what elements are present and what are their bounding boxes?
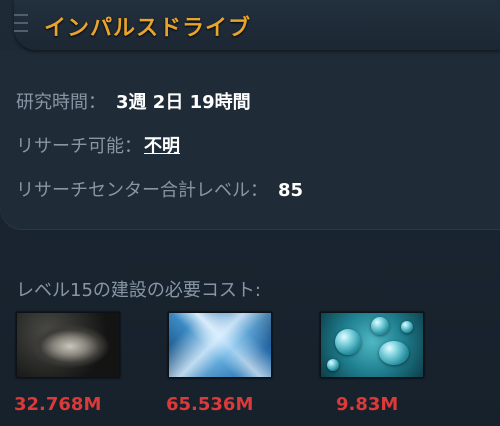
crystal-icon bbox=[168, 312, 272, 378]
researchable-label: リサーチ可能： bbox=[16, 136, 142, 157]
metal-cost-value: 32.768M bbox=[14, 394, 102, 415]
crystal-cost-value: 65.536M bbox=[166, 394, 254, 415]
title-ornament-icon bbox=[14, 8, 34, 42]
deuterium-icon bbox=[320, 312, 424, 378]
title-bar: インパルスドライブ bbox=[14, 0, 500, 50]
page-title: インパルスドライブ bbox=[44, 16, 252, 41]
researchable-row: リサーチ可能： 不明 bbox=[16, 132, 180, 158]
researchable-value-link[interactable]: 不明 bbox=[144, 136, 180, 157]
technology-detail-panel: インパルスドライブ 研究時間： 3週 2日 19時間 リサーチ可能： 不明 リサーチ… bbox=[0, 0, 500, 426]
research-center-row: リサーチセンター合計レベル： 85 bbox=[16, 176, 303, 202]
research-center-label: リサーチセンター合計レベル： bbox=[16, 180, 268, 201]
research-center-value: 85 bbox=[278, 180, 304, 201]
research-time-row: 研究時間： 3週 2日 19時間 bbox=[16, 88, 251, 114]
research-time-value: 3週 2日 19時間 bbox=[116, 92, 251, 113]
deuterium-cost-value: 9.83M bbox=[336, 394, 399, 415]
research-time-label: 研究時間： bbox=[16, 92, 106, 113]
cost-heading: レベル15の建設の必要コスト: bbox=[16, 280, 261, 301]
metal-icon bbox=[16, 312, 120, 378]
